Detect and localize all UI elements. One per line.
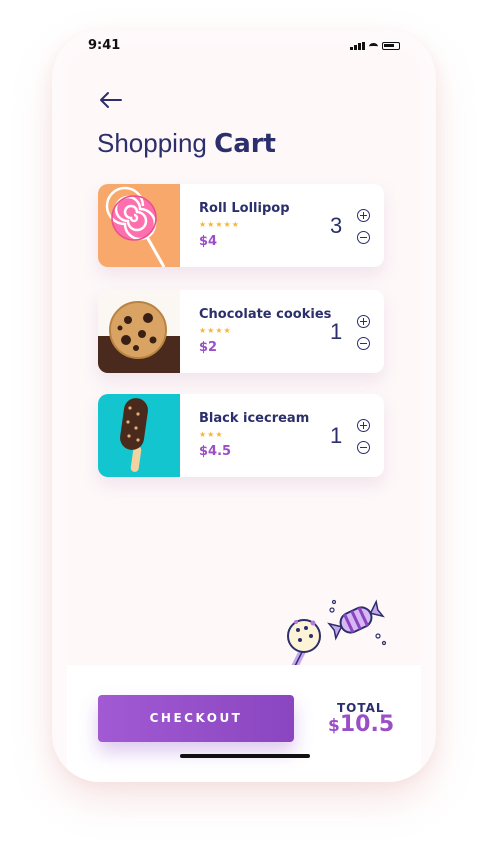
total-value: $10.5 <box>328 712 394 737</box>
page-title-light: Shopping <box>97 128 215 158</box>
minus-circle-icon[interactable] <box>357 441 370 454</box>
item-quantity: 1 <box>330 423 343 448</box>
status-icons <box>350 42 400 50</box>
total-currency: $ <box>328 716 340 736</box>
phone-frame: 9:41 Shopping Cart Roll Lollipop ★★★★★ $… <box>52 30 436 782</box>
cart-item-black-icecream[interactable]: Black icecream ★★★ $4.5 1 <box>98 394 384 477</box>
plus-circle-icon[interactable] <box>357 419 370 432</box>
cart-item-chocolate-cookies[interactable]: Chocolate cookies ★★★★ $2 1 <box>98 290 384 373</box>
star-rating: ★★★ <box>199 430 224 439</box>
item-price: $4.5 <box>199 444 232 459</box>
home-indicator <box>180 754 310 758</box>
page-title: Shopping Cart <box>97 128 276 159</box>
signal-icon <box>350 42 365 50</box>
minus-circle-icon[interactable] <box>357 337 370 350</box>
item-quantity: 1 <box>330 319 343 344</box>
plus-circle-icon[interactable] <box>357 315 370 328</box>
item-name: Roll Lollipop <box>199 201 290 216</box>
item-price: $2 <box>199 340 218 355</box>
item-quantity: 3 <box>330 213 343 238</box>
checkout-button[interactable]: CHECKOUT <box>98 695 294 742</box>
item-name: Chocolate cookies <box>199 307 332 322</box>
cookie-image <box>98 290 180 373</box>
star-rating: ★★★★★ <box>199 220 240 229</box>
star-rating: ★★★★ <box>199 326 232 335</box>
total-amount: 10.5 <box>339 712 395 737</box>
candy-illustration <box>287 599 387 668</box>
item-price: $4 <box>199 234 218 249</box>
back-arrow-icon[interactable] <box>97 88 125 112</box>
cart-item-lollipop[interactable]: Roll Lollipop ★★★★★ $4 3 <box>98 184 384 267</box>
page-title-bold: Cart <box>214 129 276 159</box>
status-time: 9:41 <box>88 38 121 53</box>
item-name: Black icecream <box>199 411 310 426</box>
lollipop-image <box>98 184 180 267</box>
plus-circle-icon[interactable] <box>357 209 370 222</box>
battery-icon <box>382 42 400 50</box>
icecream-image <box>98 394 180 477</box>
wifi-icon <box>369 43 378 50</box>
minus-circle-icon[interactable] <box>357 231 370 244</box>
